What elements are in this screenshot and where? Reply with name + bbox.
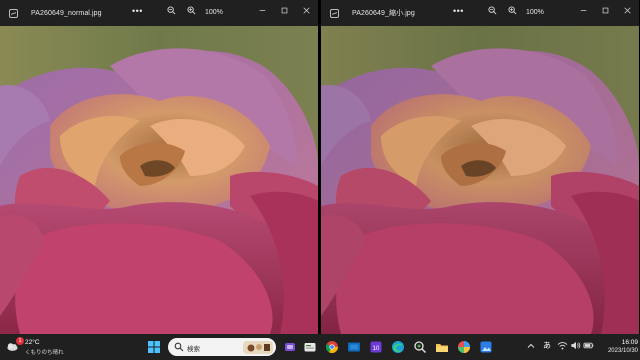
zoom-out-icon[interactable] xyxy=(167,6,176,15)
file-name: PA260649_normal.jpg xyxy=(31,9,102,17)
minimize-button[interactable] xyxy=(256,4,268,16)
search-icon xyxy=(174,342,184,352)
chrome-icon[interactable] xyxy=(324,339,340,355)
title-bar[interactable]: PA260649_縮小.jpg ••• 100% xyxy=(321,0,639,26)
zoom-level: 100% xyxy=(205,9,223,16)
search-box[interactable]: 検索 xyxy=(168,338,276,356)
explorer-icon[interactable] xyxy=(434,339,450,355)
search-highlight-icon xyxy=(243,339,273,355)
color-app-icon[interactable] xyxy=(456,339,472,355)
rose-photo xyxy=(0,26,318,334)
image-viewer-icon[interactable] xyxy=(478,339,494,355)
start-icon[interactable] xyxy=(146,339,162,355)
close-button[interactable] xyxy=(300,4,312,16)
more-options-button[interactable]: ••• xyxy=(132,6,143,16)
ime-indicator[interactable]: あ xyxy=(543,340,551,351)
taskbar: 1 22°C くもりのち晴れ 検索 10 あ 16:09 2023/10/30 xyxy=(0,334,640,360)
title-bar[interactable]: PA260649_normal.jpg ••• 100% xyxy=(0,0,318,26)
zoom-level: 100% xyxy=(526,9,544,16)
zoom-in-icon[interactable] xyxy=(187,6,196,15)
minimize-button[interactable] xyxy=(577,4,589,16)
edge-icon[interactable] xyxy=(390,339,406,355)
photos-app-icon xyxy=(330,8,339,18)
files-icon[interactable] xyxy=(302,339,318,355)
weather-description[interactable]: くもりのち晴れ xyxy=(25,348,64,356)
calendar-day: 10 xyxy=(373,346,380,352)
file-name: PA260649_縮小.jpg xyxy=(352,10,415,17)
notification-badge: 1 xyxy=(16,337,24,345)
battery-icon[interactable] xyxy=(583,340,594,351)
photos-app-icon xyxy=(9,8,18,18)
calendar-icon[interactable]: 10 xyxy=(368,339,384,355)
photo-window-normal: PA260649_normal.jpg ••• 100% xyxy=(0,0,318,334)
chevron-up-icon[interactable] xyxy=(526,341,536,351)
search-placeholder: 検索 xyxy=(187,346,200,353)
app-icon[interactable] xyxy=(412,339,428,355)
maximize-button[interactable] xyxy=(599,4,611,16)
maximize-button[interactable] xyxy=(278,4,290,16)
rose-photo xyxy=(321,26,639,334)
clock-date[interactable]: 2023/10/30 xyxy=(597,348,638,354)
close-button[interactable] xyxy=(621,4,633,16)
more-options-button[interactable]: ••• xyxy=(453,6,464,16)
weather-temperature[interactable]: 22°C xyxy=(25,339,40,346)
zoom-out-icon[interactable] xyxy=(488,6,497,15)
mail-icon[interactable] xyxy=(346,339,362,355)
clock-time[interactable]: 16:09 xyxy=(612,339,638,346)
task-view-icon[interactable] xyxy=(282,339,298,355)
zoom-in-icon[interactable] xyxy=(508,6,517,15)
photo-window-reduced: PA260649_縮小.jpg ••• 100% xyxy=(321,0,639,334)
volume-icon[interactable] xyxy=(570,340,581,351)
wifi-icon[interactable] xyxy=(557,340,568,351)
